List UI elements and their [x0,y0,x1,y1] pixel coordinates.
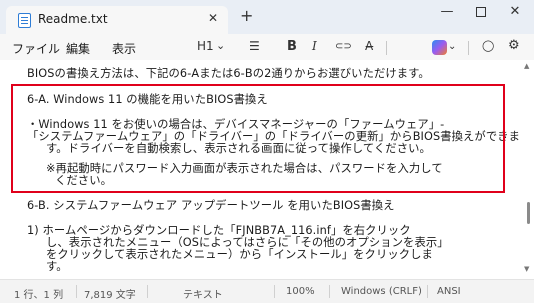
minimize-button[interactable]: — [432,4,462,19]
notepad-file-icon [18,13,31,28]
tab-title: Readme.txt [38,12,108,26]
status-divider [274,285,275,298]
scroll-up-icon[interactable]: ▲ [524,62,529,70]
maximize-button[interactable] [466,4,496,21]
cursor-position: 1 行、1 列 [14,290,64,301]
line-ending: Windows (CRLF) [341,286,422,297]
zoom-level: 100% [286,286,315,297]
heading-dropdown[interactable]: H1 [197,39,214,53]
menu-bar: ファイル 編集 表示 H1 ⌄ ☰ B I ⊂⊃ A̶ ⌄ ◯ ⚙ [0,34,534,60]
scrollbar-thumb[interactable] [527,202,530,224]
text-editor[interactable]: BIOSの書換え方法は、下記の6-Aまたは6-Bの2通りからお選びいただけます。… [0,60,534,279]
text-line: BIOSの書換え方法は、下記の6-Aまたは6-Bの2通りからお選びいただけます。 [27,67,430,80]
copilot-chevron-icon: ⌄ [448,41,457,52]
text-format[interactable]: テキスト [183,286,223,301]
highlight-box [11,84,505,193]
italic-button[interactable]: I [312,39,317,53]
status-divider [427,285,428,298]
encoding: ANSI [437,286,461,297]
copilot-icon[interactable] [432,40,447,55]
bold-button[interactable]: B [287,39,297,54]
character-count: 7,819 文字 [84,290,136,301]
status-bar: 1 行、1 列 7,819 文字 テキスト 100% Windows (CRLF… [0,279,534,303]
menu-file[interactable]: ファイル [12,40,60,57]
status-divider [147,285,148,298]
tab-readme[interactable]: Readme.txt ✕ [6,6,228,34]
account-icon[interactable]: ◯ [482,39,494,52]
link-icon[interactable]: ⊂⊃ [335,41,352,52]
text-line: す。 [46,260,68,273]
status-divider [329,285,330,298]
close-window-button[interactable]: ✕ [500,4,530,19]
title-bar: Readme.txt ✕ + — ✕ [0,0,534,34]
maximize-icon [476,7,486,17]
vertical-scrollbar[interactable] [526,60,532,279]
chevron-down-icon: ⌄ [216,39,226,52]
clear-formatting-icon[interactable]: A̶ [365,39,373,53]
toolbar-divider [386,41,387,55]
text-line: をクリックして表示されたメニュー）から「インストール」をクリックしま [46,248,433,261]
toolbar-divider [468,41,469,55]
menu-edit[interactable]: 編集 [66,40,90,57]
list-icon[interactable]: ☰ [249,39,260,53]
settings-gear-icon[interactable]: ⚙ [508,38,520,53]
new-tab-button[interactable]: + [240,8,253,24]
scroll-down-icon[interactable]: ▼ [524,265,529,273]
text-line: 6-B. システムファームウェア アップデートツール を用いたBIOS書換え [27,199,395,212]
menu-view[interactable]: 表示 [112,40,136,57]
status-divider [76,285,77,298]
tab-close-button[interactable]: ✕ [208,11,218,25]
